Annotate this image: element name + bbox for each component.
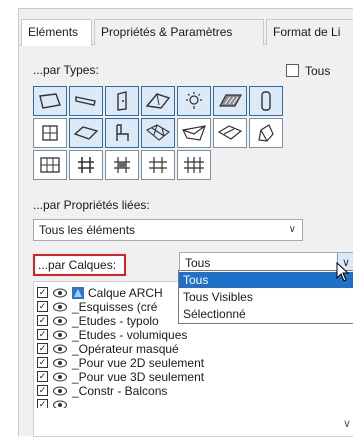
skylight-tool-icon[interactable]	[177, 118, 211, 148]
layer-archicad-icon	[72, 287, 84, 299]
layer-name: _Opérateur masqué	[72, 342, 179, 356]
eye-icon[interactable]	[52, 398, 68, 408]
option-tous-visibles[interactable]: Tous Visibles	[179, 289, 353, 305]
layer-checkbox[interactable]: ✓	[37, 329, 48, 340]
mouse-pointer-icon	[336, 262, 350, 282]
morph-tool-icon[interactable]	[249, 118, 283, 148]
shell-tool-icon[interactable]	[213, 118, 247, 148]
eye-icon[interactable]	[52, 314, 68, 328]
eye-icon[interactable]	[52, 328, 68, 342]
layer-name: _Esquisses (cré	[72, 300, 158, 314]
layer-row[interactable]: ✓ _Opérateur masqué	[34, 342, 334, 356]
tab-format[interactable]: Format de Li	[266, 19, 353, 45]
layer-checkbox[interactable]: ✓	[37, 385, 48, 396]
option-selectionne[interactable]: Sélectionné	[179, 306, 353, 322]
beam-tool-icon[interactable]	[69, 86, 103, 116]
calques-select-value: Tous	[185, 256, 211, 270]
stair-tool-icon[interactable]	[69, 150, 103, 180]
linked-properties-select[interactable]: Tous les éléments ∨	[33, 219, 303, 241]
layer-name: _Constr - Balcons	[72, 384, 168, 398]
mesh-tool-icon[interactable]	[141, 118, 175, 148]
tab-properties-parameters[interactable]: Propriétés & Paramètres	[94, 19, 264, 45]
tab-bar: Eléments Propriétés & Paramètres Format …	[19, 19, 353, 46]
linked-properties-value: Tous les éléments	[39, 223, 136, 237]
layer-checkbox[interactable]: ✓	[37, 301, 48, 312]
curtain-wall-tool-icon[interactable]	[33, 150, 67, 180]
option-tous[interactable]: Tous	[179, 272, 353, 288]
layer-name: _Pour vue 3D seulement	[72, 370, 205, 384]
layer-checkbox[interactable]: ✓	[37, 371, 48, 382]
layer-row[interactable]: ✓ _Pour vue 3D seulement	[34, 370, 334, 384]
layer-name: _Etudes - volumiques	[72, 328, 188, 342]
roof-tool-icon[interactable]	[141, 86, 175, 116]
scroll-down-icon[interactable]: ∨	[343, 417, 351, 430]
layer-row[interactable]: ✓	[34, 398, 334, 408]
wall-tool-icon[interactable]	[33, 86, 67, 116]
slab-hatch-tool-icon[interactable]	[213, 86, 247, 116]
layer-name: _Etudes - typolo	[72, 314, 159, 328]
eye-icon[interactable]	[52, 356, 68, 370]
grid-structure-tool-icon[interactable]	[177, 150, 211, 180]
layer-checkbox[interactable]: ✓	[37, 357, 48, 368]
layer-name: _Pour vue 2D seulement	[72, 356, 205, 370]
tab-elements[interactable]: Eléments	[21, 19, 92, 46]
layer-row[interactable]: ✓ _Etudes - volumiques	[34, 328, 334, 342]
layer-checkbox[interactable]: ✓	[37, 399, 48, 408]
eye-icon[interactable]	[52, 342, 68, 356]
calques-dropdown-list: Tous Tous Visibles Sélectionné	[178, 270, 353, 324]
calques-label: ...par Calques:	[33, 254, 126, 276]
chair-tool-icon[interactable]	[105, 118, 139, 148]
slab-tool-icon[interactable]	[69, 118, 103, 148]
layer-checkbox[interactable]: ✓	[37, 315, 48, 326]
eye-icon[interactable]	[52, 286, 68, 300]
door-tool-icon[interactable]	[105, 86, 139, 116]
railing-tool-icon[interactable]	[105, 150, 139, 180]
layer-checkbox[interactable]: ✓	[37, 287, 48, 298]
truss-tool-icon[interactable]	[141, 150, 175, 180]
layer-name: Calque ARCH	[88, 286, 163, 300]
types-label: ...par Types:	[33, 63, 99, 77]
eye-icon[interactable]	[52, 384, 68, 398]
all-types-checkbox[interactable]	[286, 64, 299, 77]
window-tool-icon[interactable]	[33, 118, 67, 148]
layer-checkbox[interactable]: ✓	[37, 343, 48, 354]
find-select-panel: Eléments Propriétés & Paramètres Format …	[18, 8, 353, 437]
all-types-label: Tous	[305, 64, 331, 78]
layer-row[interactable]: ✓ _Pour vue 2D seulement	[34, 356, 334, 370]
column-tool-icon[interactable]	[249, 86, 283, 116]
layer-row[interactable]: ✓ _Constr - Balcons	[34, 384, 334, 398]
chevron-down-icon: ∨	[288, 224, 296, 235]
eye-icon[interactable]	[52, 300, 68, 314]
eye-icon[interactable]	[52, 370, 68, 384]
lamp-tool-icon[interactable]	[177, 86, 211, 116]
linked-properties-label: ...par Propriétés liées:	[33, 198, 150, 212]
